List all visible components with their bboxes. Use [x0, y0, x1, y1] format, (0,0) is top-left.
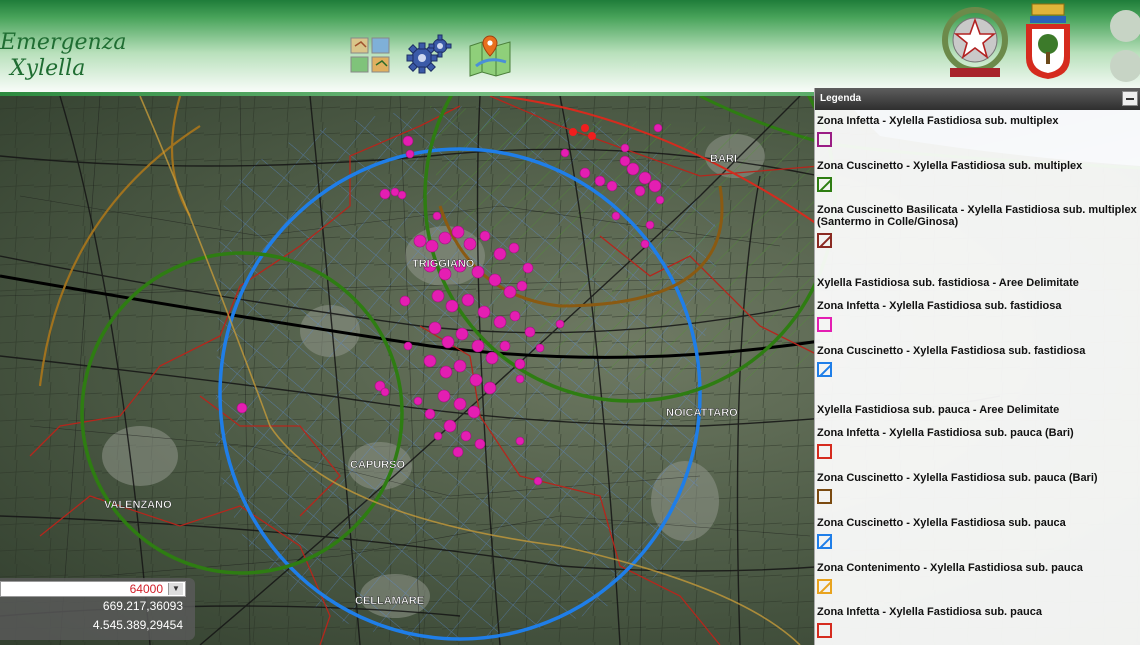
legend-swatch: [817, 534, 832, 549]
legend-item: Zona Cuscinetto - Xylella Fastidiosa sub…: [817, 472, 1140, 504]
place-label-noicattaro: NOICATTARO: [666, 407, 738, 419]
app-title-line1: Emergenza: [0, 30, 127, 55]
collapse-icon[interactable]: [1122, 91, 1138, 106]
legend-swatch: [817, 362, 832, 377]
legend-item-label: Zona Infetta - Xylella Fastidiosa sub. p…: [817, 606, 1042, 618]
coordinate-y: 4.545.389,29454: [92, 618, 183, 632]
place-label-cellamare: CELLAMARE: [355, 595, 424, 607]
place-label-triggiano: TRIGGIANO: [412, 258, 475, 270]
scale-selector[interactable]: 64000 ▼: [0, 581, 186, 597]
legend-item: Zona Infetta - Xylella Fastidiosa sub. f…: [817, 300, 1140, 332]
decorative-circles: [1090, 8, 1140, 88]
legend-swatch: [817, 444, 832, 459]
legend-item-label: Zona Contenimento - Xylella Fastidiosa s…: [817, 562, 1083, 574]
legend-item: Zona Infetta - Xylella Fastidiosa sub. p…: [817, 606, 1140, 638]
legend-swatch: [817, 177, 832, 192]
place-label-valenzano: VALENZANO: [104, 499, 172, 511]
legend-item: Zona Infetta - Xylella Fastidiosa sub. p…: [817, 427, 1140, 459]
legend-swatch: [817, 132, 832, 147]
legend-item-label: Zona Infetta - Xylella Fastidiosa sub. f…: [817, 300, 1062, 312]
app-title-line2: Xylella: [10, 56, 86, 81]
legend-header: Legenda: [815, 88, 1140, 110]
legend-item-label: Zona Cuscinetto - Xylella Fastidiosa sub…: [817, 160, 1083, 172]
legend-title: Legenda: [820, 93, 862, 104]
regione-puglia-emblem: [1023, 2, 1073, 85]
legend-swatch: [817, 623, 832, 638]
chevron-down-icon[interactable]: ▼: [168, 583, 183, 595]
gear-icon[interactable]: [404, 32, 452, 78]
legend-item: Zona Contenimento - Xylella Fastidiosa s…: [817, 562, 1140, 594]
legend-item: Zona Infetta - Xylella Fastidiosa sub. m…: [817, 115, 1140, 147]
legend-panel: Legenda Zona Infetta - Xylella Fastidios…: [814, 88, 1140, 645]
legend-item-label: Zona Cuscinetto - Xylella Fastidiosa sub…: [817, 345, 1086, 357]
legend-item-label: Zona Cuscinetto - Xylella Fastidiosa sub…: [817, 517, 1066, 529]
app-title: Emergenza Xylella: [0, 30, 126, 82]
legend-item: Zona Cuscinetto - Xylella Fastidiosa sub…: [817, 160, 1140, 192]
legend-group-header: Xylella Fastidiosa sub. pauca - Aree Del…: [817, 404, 1060, 416]
legend-item-label: Zona Cuscinetto - Xylella Fastidiosa sub…: [817, 472, 1098, 484]
legend-item-label: Zona Cuscinetto Basilicata - Xylella Fas…: [817, 204, 1137, 228]
legend-swatch: [817, 579, 832, 594]
scale-value: 64000: [129, 582, 163, 596]
place-label-bari: BARI: [710, 153, 737, 165]
legend-item: Zona Cuscinetto Basilicata - Xylella Fas…: [817, 204, 1140, 248]
legend-item: Zona Cuscinetto - Xylella Fastidiosa sub…: [817, 345, 1140, 377]
italian-republic-emblem: [942, 6, 1008, 85]
legend-swatch: [817, 233, 832, 248]
legend-item: Zona Cuscinetto - Xylella Fastidiosa sub…: [817, 517, 1140, 549]
legend-item-label: Zona Infetta - Xylella Fastidiosa sub. m…: [817, 115, 1059, 127]
legend-swatch: [817, 489, 832, 504]
legend-group-header: Xylella Fastidiosa sub. fastidiosa - Are…: [817, 277, 1079, 289]
place-label-capurso: CAPURSO: [350, 459, 405, 471]
app-header: Emergenza Xylella: [0, 0, 1140, 96]
coordinate-x: 669.217,36093: [102, 599, 183, 613]
map-marker-icon[interactable]: [466, 32, 514, 78]
coordinate-panel: 64000 ▼ 669.217,36093 4.545.389,29454: [0, 578, 195, 640]
legend-item-label: Zona Infetta - Xylella Fastidiosa sub. p…: [817, 427, 1074, 439]
layers-icon[interactable]: [347, 32, 395, 78]
legend-swatch: [817, 317, 832, 332]
